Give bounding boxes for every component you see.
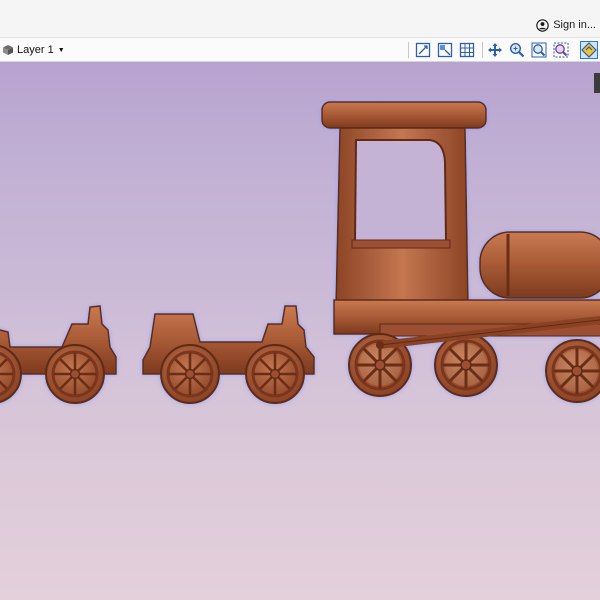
toolbar-separator xyxy=(408,42,409,58)
view-grid-snap-button[interactable] xyxy=(436,41,454,59)
view-toolbar: Layer 1 ▼ xyxy=(0,38,600,62)
viewport-corner-indicator xyxy=(594,73,600,93)
pan-button[interactable] xyxy=(486,41,504,59)
layer-dropdown[interactable]: Layer 1 ▼ xyxy=(2,41,65,59)
sign-in-button[interactable]: Sign in... xyxy=(536,16,596,34)
zoom-extents-icon xyxy=(531,42,547,58)
view-grid-snap-icon xyxy=(437,42,453,58)
sign-in-label: Sign in... xyxy=(553,19,596,31)
zoom-icon xyxy=(509,42,525,58)
zoom-selection-icon xyxy=(553,42,569,58)
grid-icon xyxy=(459,42,475,58)
layer-stack-icon xyxy=(3,45,13,55)
render-3d-button[interactable] xyxy=(580,41,598,59)
title-bar: Sign in... xyxy=(0,0,600,38)
toy-train-relief xyxy=(0,101,600,405)
locomotive xyxy=(321,101,600,404)
view-fit-button[interactable] xyxy=(414,41,432,59)
user-circle-icon xyxy=(536,18,549,32)
view-fit-icon xyxy=(415,42,431,58)
layer-label: Layer 1 xyxy=(17,44,54,56)
chevron-down-icon: ▼ xyxy=(57,46,65,54)
toolbar-separator xyxy=(482,42,483,58)
render-3d-icon xyxy=(581,42,597,58)
3d-viewport[interactable] xyxy=(0,62,600,600)
zoom-extents-button[interactable] xyxy=(530,41,548,59)
zoom-button[interactable] xyxy=(508,41,526,59)
zoom-selection-button[interactable] xyxy=(552,41,570,59)
pan-icon xyxy=(488,43,502,57)
train-car-middle xyxy=(142,305,315,405)
train-car-left xyxy=(0,305,117,405)
grid-button[interactable] xyxy=(458,41,476,59)
